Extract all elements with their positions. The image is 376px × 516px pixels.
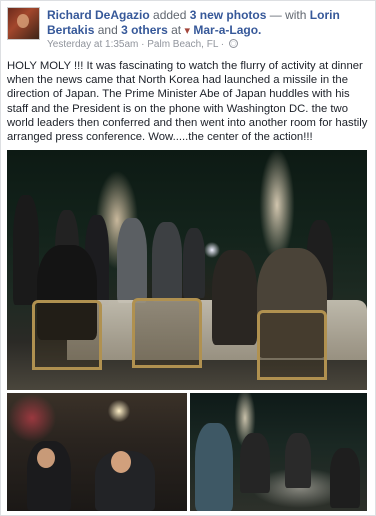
timestamp[interactable]: Yesterday at 1:35am · Palm Beach, FL ·	[47, 39, 224, 50]
post-body: HOLY MOLY !!! It was fascinating to watc…	[7, 60, 368, 144]
photo-figure	[183, 228, 205, 298]
and-text: and	[97, 23, 118, 37]
photo-figure	[212, 250, 257, 345]
post-headline: Richard DeAgazio added 3 new photos — wi…	[47, 8, 369, 39]
place-link[interactable]: Mar-a-Lago.	[193, 23, 261, 37]
map-pin-icon: ▾	[184, 25, 191, 37]
at-text: at	[171, 23, 182, 37]
post-meta: Yesterday at 1:35am · Palm Beach, FL ·	[47, 39, 238, 50]
author-avatar[interactable]	[7, 7, 40, 40]
photo-bottom-right[interactable]	[190, 393, 367, 511]
facebook-post: Richard DeAgazio added 3 new photos — wi…	[0, 0, 376, 516]
globe-icon[interactable]	[228, 39, 238, 48]
photo-chair	[32, 300, 102, 370]
photo-figure	[195, 423, 233, 511]
photo-face	[37, 448, 55, 468]
post-header: Richard DeAgazio added 3 new photos — wi…	[7, 7, 371, 51]
photo-figure	[285, 433, 311, 488]
photo-figure	[152, 222, 182, 302]
with-text: — with	[269, 8, 307, 22]
photo-figure	[330, 448, 360, 508]
photo-chair	[132, 298, 202, 368]
author-name-link[interactable]: Richard DeAgazio	[47, 8, 150, 22]
photo-bottom-left[interactable]	[7, 393, 187, 511]
photo-chair	[257, 310, 327, 380]
photo-figure	[117, 218, 147, 303]
photos-link[interactable]: 3 new photos	[190, 8, 267, 22]
photo-face	[111, 451, 131, 473]
others-link[interactable]: 3 others	[121, 23, 168, 37]
action-text: added	[153, 8, 187, 22]
photo-main[interactable]	[7, 150, 367, 390]
photo-figure	[13, 195, 39, 305]
photo-figure	[240, 433, 270, 493]
